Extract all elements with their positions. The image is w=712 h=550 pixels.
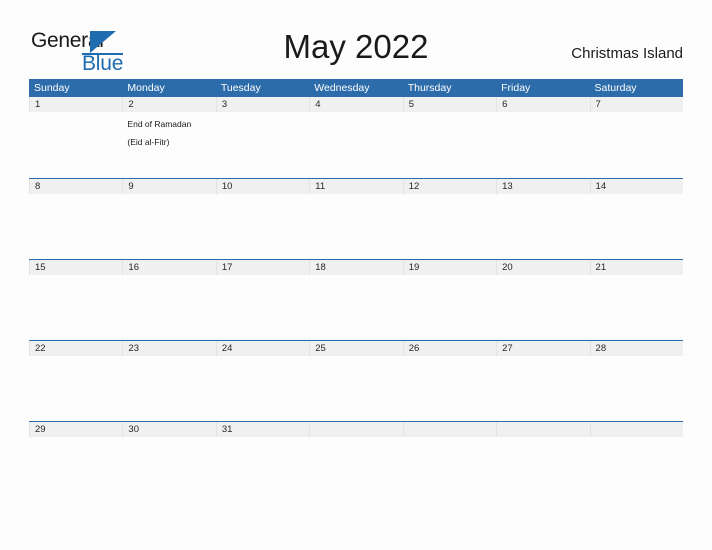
day-number[interactable]: 23 <box>122 341 215 356</box>
day-number[interactable] <box>589 422 683 437</box>
day-number[interactable]: 5 <box>402 97 496 112</box>
day-number[interactable]: 8 <box>29 179 122 194</box>
day-cell[interactable] <box>496 356 589 421</box>
day-cell[interactable] <box>216 112 309 177</box>
calendar-page: General Blue May 2022 Christmas Island S… <box>0 0 712 550</box>
day-number[interactable]: 2 <box>122 97 215 112</box>
day-number[interactable]: 26 <box>402 341 496 356</box>
day-cell[interactable] <box>590 356 683 421</box>
day-number[interactable]: 18 <box>309 260 402 275</box>
day-cell[interactable] <box>309 112 402 177</box>
day-cell[interactable] <box>590 437 683 502</box>
day-cell[interactable] <box>309 356 402 421</box>
day-number-band: 15 16 17 18 19 20 21 <box>29 260 683 275</box>
day-number[interactable]: 16 <box>122 260 215 275</box>
weekday-header-monday: Monday <box>127 82 165 94</box>
day-events-band <box>29 275 683 340</box>
day-events-band <box>29 356 683 421</box>
day-number[interactable] <box>496 422 589 437</box>
day-number[interactable]: 30 <box>122 422 215 437</box>
day-events-band <box>29 194 683 259</box>
day-cell[interactable] <box>216 275 309 340</box>
day-cell[interactable] <box>122 437 215 502</box>
day-cell[interactable] <box>496 275 589 340</box>
day-cell[interactable] <box>496 437 589 502</box>
day-cell[interactable] <box>122 275 215 340</box>
day-cell[interactable] <box>590 275 683 340</box>
day-number[interactable] <box>402 422 496 437</box>
day-number-band: 8 9 10 11 12 13 14 <box>29 179 683 194</box>
day-number-band: 22 23 24 25 26 27 28 <box>29 341 683 356</box>
day-cell[interactable] <box>403 112 496 177</box>
day-number[interactable]: 20 <box>496 260 589 275</box>
day-number[interactable]: 10 <box>215 179 309 194</box>
day-cell[interactable] <box>29 275 122 340</box>
day-number[interactable] <box>309 422 402 437</box>
week-row: 1 2 3 4 5 6 7 End of Ramadan (Eid al-Fit… <box>29 97 683 178</box>
day-number[interactable]: 13 <box>496 179 589 194</box>
day-cell[interactable] <box>29 194 122 259</box>
day-cell[interactable] <box>29 356 122 421</box>
weekday-header-thursday: Thursday <box>407 82 452 94</box>
day-number[interactable]: 1 <box>29 97 122 112</box>
weekday-header-friday: Friday <box>501 82 531 94</box>
day-cell[interactable] <box>122 194 215 259</box>
day-number[interactable]: 3 <box>215 97 309 112</box>
day-number[interactable]: 4 <box>309 97 402 112</box>
day-number[interactable]: 19 <box>402 260 496 275</box>
day-cell[interactable] <box>309 194 402 259</box>
day-events-band <box>29 437 683 502</box>
region-label: Christmas Island <box>571 45 683 62</box>
day-number[interactable]: 22 <box>29 341 122 356</box>
day-number[interactable]: 25 <box>309 341 402 356</box>
day-number[interactable]: 15 <box>29 260 122 275</box>
day-cell[interactable] <box>29 437 122 502</box>
day-number-band: 1 2 3 4 5 6 7 <box>29 97 683 112</box>
day-cell[interactable] <box>403 275 496 340</box>
day-number[interactable]: 9 <box>122 179 215 194</box>
day-number[interactable]: 12 <box>402 179 496 194</box>
day-number[interactable]: 21 <box>589 260 683 275</box>
day-cell[interactable] <box>216 194 309 259</box>
day-cell[interactable] <box>403 437 496 502</box>
day-cell[interactable] <box>216 437 309 502</box>
day-cell[interactable]: End of Ramadan (Eid al-Fitr) <box>122 112 215 177</box>
day-number[interactable]: 11 <box>309 179 402 194</box>
day-cell[interactable] <box>309 437 402 502</box>
day-events-band: End of Ramadan (Eid al-Fitr) <box>29 112 683 177</box>
day-number[interactable]: 31 <box>215 422 309 437</box>
weekday-header-wednesday: Wednesday <box>314 82 370 94</box>
day-cell[interactable] <box>496 112 589 177</box>
day-number-band: 29 30 31 <box>29 422 683 437</box>
week-row: 29 30 31 <box>29 421 683 502</box>
day-number[interactable]: 28 <box>589 341 683 356</box>
day-number[interactable]: 6 <box>496 97 589 112</box>
weekday-header-sunday: Sunday <box>34 82 70 94</box>
day-cell[interactable] <box>403 194 496 259</box>
day-number[interactable]: 27 <box>496 341 589 356</box>
day-cell[interactable] <box>403 356 496 421</box>
page-header: General Blue May 2022 Christmas Island <box>0 0 712 76</box>
weekday-header-saturday: Saturday <box>594 82 637 94</box>
day-number[interactable]: 24 <box>215 341 309 356</box>
week-row: 22 23 24 25 26 27 28 <box>29 340 683 421</box>
day-number[interactable]: 14 <box>589 179 683 194</box>
day-cell[interactable] <box>309 275 402 340</box>
calendar-grid: Sunday Monday Tuesday Wednesday Thursday… <box>29 79 683 502</box>
weekday-header-tuesday: Tuesday <box>220 82 261 94</box>
day-number[interactable]: 29 <box>29 422 122 437</box>
week-row: 15 16 17 18 19 20 21 <box>29 259 683 340</box>
day-cell[interactable] <box>29 112 122 177</box>
day-cell[interactable] <box>496 194 589 259</box>
day-cell[interactable] <box>216 356 309 421</box>
event-text: End of Ramadan (Eid al-Fitr) <box>127 119 192 147</box>
day-number[interactable]: 17 <box>215 260 309 275</box>
week-row: 8 9 10 11 12 13 14 <box>29 178 683 259</box>
weekday-header-row: Sunday Monday Tuesday Wednesday Thursday… <box>29 79 683 97</box>
day-cell[interactable] <box>590 194 683 259</box>
day-cell[interactable] <box>590 112 683 177</box>
day-number[interactable]: 7 <box>589 97 683 112</box>
day-cell[interactable] <box>122 356 215 421</box>
